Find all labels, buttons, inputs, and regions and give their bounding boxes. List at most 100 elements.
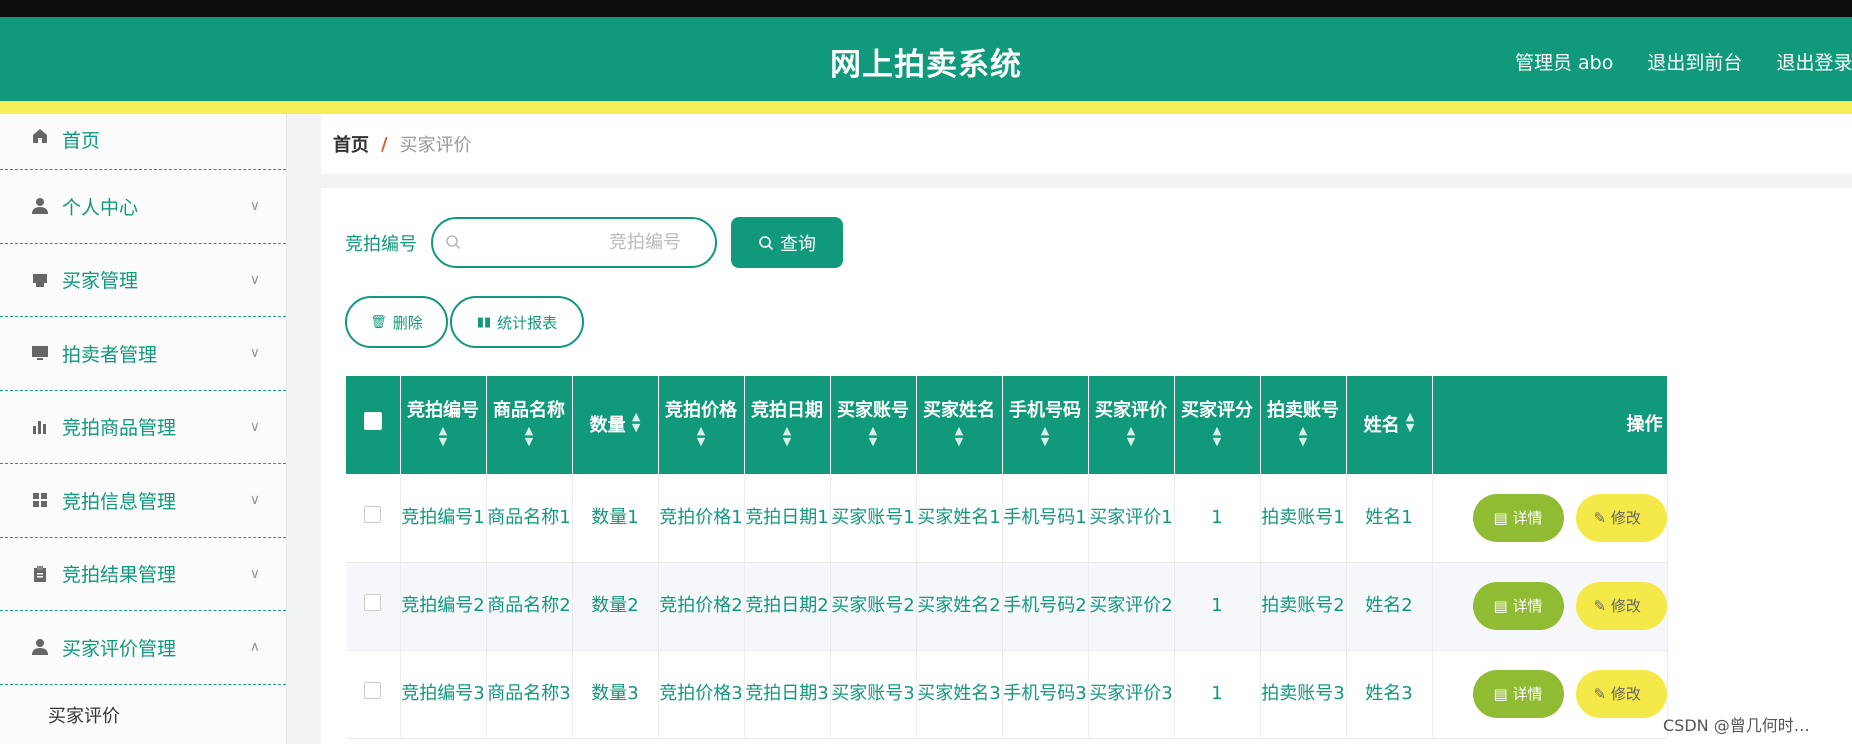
- col-header[interactable]: 商品名称 ▲ ▼: [486, 376, 573, 474]
- chevron-down-icon: ∨: [249, 565, 260, 582]
- app-header: 网上拍卖系统 管理员 abo 退出到前台 退出登录: [0, 17, 1852, 101]
- chevron-down-icon: ∨: [249, 345, 260, 362]
- table-cell: 姓名1: [1346, 474, 1433, 563]
- table-cell: 买家账号3: [830, 650, 917, 739]
- col-header[interactable]: 竞拍日期 ▲ ▼: [744, 376, 831, 474]
- delete-button[interactable]: 🗑 删除: [345, 296, 448, 348]
- sort-icon: ▲ ▼: [1405, 409, 1415, 434]
- header-links: 管理员 abo 退出到前台 退出登录: [1515, 48, 1852, 75]
- sidebar-item-label: 竞拍结果管理: [62, 564, 177, 587]
- trash-icon: 🗑: [370, 314, 387, 330]
- logout-link[interactable]: 退出登录: [1776, 52, 1852, 74]
- table-cell: 1: [1174, 474, 1261, 563]
- table-cell: 姓名3: [1346, 650, 1433, 739]
- table-cell: 买家姓名3: [916, 650, 1003, 739]
- report-button-label: 统计报表: [497, 313, 558, 332]
- sidebar-subitem-buyer-review[interactable]: 买家评价: [0, 685, 286, 744]
- table-cell: 买家账号1: [830, 474, 917, 563]
- review-table: 竞拍编号 ▲ ▼ 商品名称 ▲ ▼ 数量 ▲ ▼ 竞拍价格 ▲ ▼ 竞拍日期 ▲ ▼ 买家账号 ▲ ▼…: [346, 376, 1668, 739]
- sort-icon: ▲ ▼: [1040, 423, 1050, 448]
- col-header[interactable]: 买家评分 ▲ ▼: [1174, 376, 1261, 474]
- col-header[interactable]: 买家账号 ▲ ▼: [830, 376, 917, 474]
- row-select-cell: [346, 562, 401, 651]
- user-icon: [30, 637, 50, 657]
- table-cell: 拍卖账号3: [1260, 650, 1347, 739]
- table-cell: 买家姓名1: [916, 474, 1003, 563]
- pencil-icon: ✎: [1593, 597, 1611, 615]
- ops-cell: ▤ 详情 ✎ 修改: [1432, 474, 1668, 563]
- sort-icon: ▲ ▼: [631, 409, 641, 434]
- query-button-label: 查询: [780, 233, 816, 255]
- sidebar-item-buyer-review[interactable]: 买家评价管理 ∧: [0, 611, 286, 685]
- sidebar-item-auction-result[interactable]: 竞拍结果管理 ∨: [0, 538, 286, 611]
- table-row: 竞拍编号2 商品名称2 数量2 竞拍价格2 竞拍日期2 买家账号2 买家姓名2 …: [346, 562, 1668, 651]
- row-checkbox[interactable]: [364, 594, 382, 611]
- report-button[interactable]: ▮▮ 统计报表: [450, 296, 584, 348]
- query-button[interactable]: 查询: [731, 217, 843, 268]
- row-checkbox[interactable]: [364, 505, 382, 523]
- ops-header: 操作: [1432, 376, 1668, 474]
- table-cell: 竞拍日期1: [744, 474, 831, 563]
- document-icon: ▤: [1493, 597, 1513, 615]
- col-header[interactable]: 竞拍价格 ▲ ▼: [658, 376, 745, 474]
- table-cell: 竞拍日期2: [744, 562, 831, 651]
- monitor-icon: [30, 343, 50, 363]
- row-checkbox[interactable]: [364, 682, 382, 699]
- admin-user-link[interactable]: 管理员 abo: [1515, 52, 1613, 74]
- bar-chart-icon: ▮▮: [476, 314, 492, 330]
- select-all-checkbox[interactable]: [363, 412, 382, 430]
- sort-icon: ▲ ▼: [868, 423, 878, 448]
- delete-button-label: 删除: [392, 313, 423, 332]
- document-icon: ▤: [1493, 685, 1513, 703]
- chevron-down-icon: ∨: [249, 418, 260, 435]
- edit-button[interactable]: ✎ 修改: [1575, 582, 1667, 630]
- select-all-cell: [346, 376, 401, 474]
- action-bar: 🗑 删除 ▮▮ 统计报表: [345, 296, 586, 348]
- printer-icon: [30, 270, 50, 290]
- col-header[interactable]: 拍卖账号 ▲ ▼: [1260, 376, 1347, 474]
- table-row: 竞拍编号3 商品名称3 数量3 竞拍价格3 竞拍日期3 买家账号3 买家姓名3 …: [346, 650, 1668, 739]
- detail-button[interactable]: ▤ 详情: [1472, 582, 1564, 630]
- col-header[interactable]: 买家姓名 ▲ ▼: [916, 376, 1003, 474]
- table-cell: 买家账号2: [830, 562, 917, 651]
- sidebar-item-personal-center[interactable]: 个人中心 ∨: [0, 170, 286, 244]
- search-input[interactable]: [473, 219, 711, 266]
- col-header[interactable]: 数量 ▲ ▼: [572, 376, 659, 474]
- col-header[interactable]: 竞拍编号 ▲ ▼: [400, 376, 487, 474]
- col-header[interactable]: 买家评价 ▲ ▼: [1088, 376, 1175, 474]
- sidebar-item-label: 个人中心: [62, 196, 139, 219]
- table-cell: 数量1: [572, 474, 659, 563]
- user-icon: [30, 196, 50, 216]
- breadcrumb-home[interactable]: 首页: [333, 131, 369, 157]
- sidebar-item-label: 拍卖者管理: [62, 343, 158, 366]
- sidebar-item-label: 买家管理: [62, 270, 139, 293]
- window-top-strip: [0, 0, 1852, 17]
- table-cell: 买家评价3: [1088, 650, 1175, 739]
- table-cell: 手机号码1: [1002, 474, 1089, 563]
- sidebar-item-label: 首页: [62, 130, 101, 152]
- edit-button[interactable]: ✎ 修改: [1575, 670, 1667, 718]
- table-cell: 竞拍编号3: [400, 650, 487, 739]
- detail-button[interactable]: ▤ 详情: [1472, 670, 1564, 718]
- table-cell: 竞拍编号1: [400, 474, 487, 563]
- sidebar-item-seller-management[interactable]: 拍卖者管理 ∨: [0, 317, 286, 391]
- table-row: 竞拍编号1 商品名称1 数量1 竞拍价格1 竞拍日期1 买家账号1 买家姓名1 …: [346, 474, 1668, 563]
- exit-to-front-link[interactable]: 退出到前台: [1647, 52, 1742, 74]
- table-header-row: 竞拍编号 ▲ ▼ 商品名称 ▲ ▼ 数量 ▲ ▼ 竞拍价格 ▲ ▼ 竞拍日期 ▲ ▼ 买家账号 ▲ ▼…: [346, 376, 1668, 474]
- sidebar: 首页 个人中心 ∨ 买家管理 ∨ 拍卖者管理 ∨ 竞拍商品管理 ∨ 竞拍信息管理…: [0, 114, 287, 744]
- table-cell: 1: [1174, 562, 1261, 651]
- edit-button[interactable]: ✎ 修改: [1575, 493, 1667, 542]
- sidebar-item-auction-info[interactable]: 竞拍信息管理 ∨: [0, 464, 286, 538]
- sidebar-item-buyer-management[interactable]: 买家管理 ∨: [0, 244, 286, 317]
- detail-button[interactable]: ▤ 详情: [1472, 493, 1564, 542]
- sidebar-item-auction-goods[interactable]: 竞拍商品管理 ∨: [0, 391, 286, 464]
- table-cell: 竞拍价格3: [658, 650, 745, 739]
- table-cell: 商品名称1: [486, 474, 573, 563]
- breadcrumb: 首页 / 买家评价: [321, 114, 1852, 174]
- col-header[interactable]: 手机号码 ▲ ▼: [1002, 376, 1089, 474]
- col-header[interactable]: 姓名 ▲ ▼: [1346, 376, 1433, 474]
- sidebar-item-home[interactable]: 首页: [0, 114, 286, 170]
- header-accent-bar: [0, 101, 1852, 114]
- search-box: [431, 217, 717, 268]
- ops-cell: ▤ 详情 ✎ 修改: [1432, 562, 1668, 651]
